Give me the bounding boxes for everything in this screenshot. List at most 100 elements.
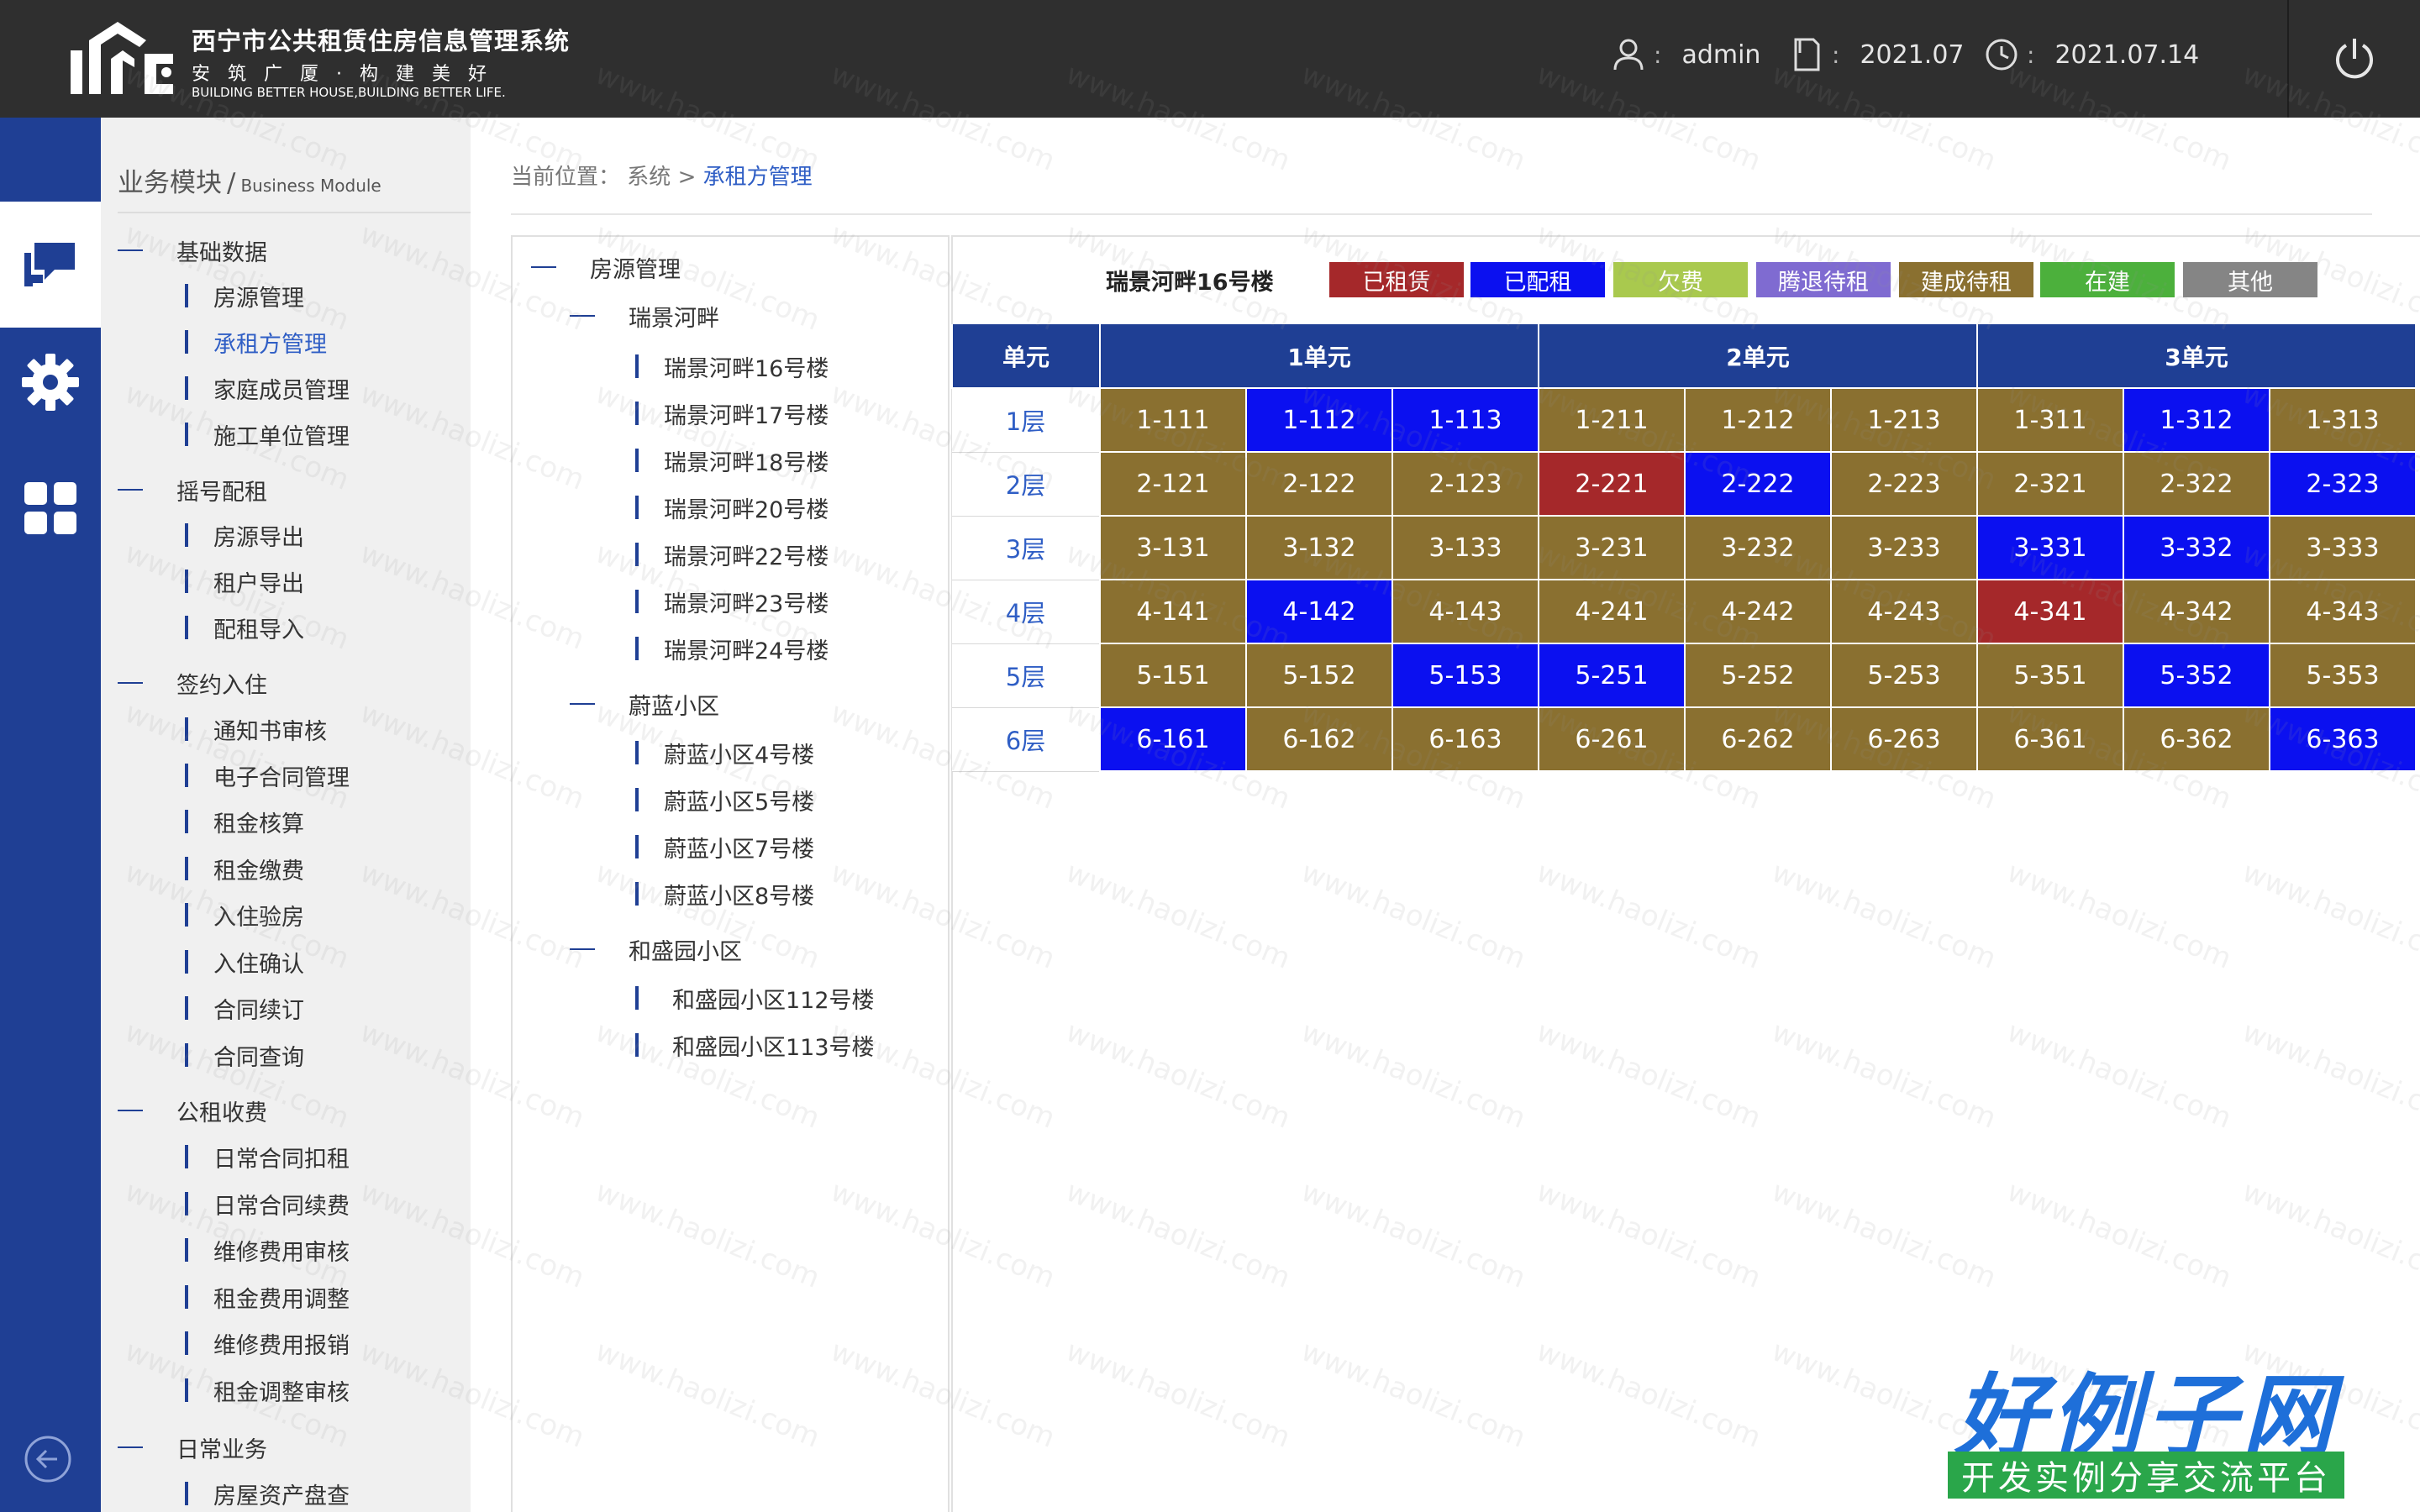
menu-item-contractor[interactable]: 施工单位管理 bbox=[185, 417, 350, 451]
room-cell[interactable]: 4-143 bbox=[1392, 579, 1539, 644]
room-cell[interactable]: 2-223 bbox=[1830, 451, 1978, 517]
room-cell[interactable]: 6-161 bbox=[1099, 706, 1247, 772]
menu-item-tenant[interactable]: 承租方管理 bbox=[185, 325, 327, 359]
tree-community-heshengyuan[interactable]: 和盛园小区 bbox=[570, 932, 742, 966]
room-cell[interactable]: 6-262 bbox=[1684, 706, 1832, 772]
menu-item-asset-check[interactable]: 房屋资产盘查 bbox=[185, 1477, 350, 1510]
rail-item-settings[interactable] bbox=[0, 344, 101, 420]
tree-building[interactable]: 瑞景河畔17号楼 bbox=[635, 396, 829, 430]
menu-group-daily-business[interactable]: 日常业务 bbox=[118, 1431, 267, 1464]
room-cell[interactable]: 1-111 bbox=[1099, 387, 1247, 453]
room-cell[interactable]: 4-342 bbox=[2123, 579, 2270, 644]
room-cell[interactable]: 6-363 bbox=[2269, 706, 2417, 772]
room-cell[interactable]: 6-263 bbox=[1830, 706, 1978, 772]
room-cell[interactable]: 6-362 bbox=[2123, 706, 2270, 772]
tree-building[interactable]: 蔚蓝小区7号楼 bbox=[635, 830, 814, 864]
logout-button[interactable] bbox=[2287, 0, 2420, 118]
tree-building[interactable]: 瑞景河畔22号楼 bbox=[635, 538, 829, 571]
menu-item-contract-query[interactable]: 合同查询 bbox=[185, 1038, 304, 1072]
menu-item-repair-review[interactable]: 维修费用审核 bbox=[185, 1233, 350, 1267]
menu-item-housing[interactable]: 房源管理 bbox=[185, 279, 304, 312]
menu-item-housing-export[interactable]: 房源导出 bbox=[185, 518, 304, 552]
menu-item-checkin-inspection[interactable]: 入住验房 bbox=[185, 898, 304, 932]
room-cell[interactable]: 1-212 bbox=[1684, 387, 1832, 453]
menu-item-tenant-export[interactable]: 租户导出 bbox=[185, 564, 304, 598]
menu-group-basic-data[interactable]: 基础数据 bbox=[118, 234, 267, 267]
room-cell[interactable]: 3-231 bbox=[1538, 515, 1686, 580]
back-arrow-icon[interactable] bbox=[24, 1435, 72, 1483]
menu-item-rent-adjust-review[interactable]: 租金调整审核 bbox=[185, 1373, 350, 1407]
room-cell[interactable]: 6-361 bbox=[1976, 706, 2124, 772]
tree-building[interactable]: 瑞景河畔23号楼 bbox=[635, 585, 829, 618]
room-cell[interactable]: 3-131 bbox=[1099, 515, 1247, 580]
room-cell[interactable]: 1-313 bbox=[2269, 387, 2417, 453]
rail-item-modules[interactable] bbox=[0, 470, 101, 546]
menu-group-signing[interactable]: 签约入住 bbox=[118, 666, 267, 700]
tree-building[interactable]: 瑞景河畔24号楼 bbox=[635, 632, 829, 665]
room-cell[interactable]: 5-252 bbox=[1684, 643, 1832, 708]
room-cell[interactable]: 4-341 bbox=[1976, 579, 2124, 644]
room-cell[interactable]: 1-211 bbox=[1538, 387, 1686, 453]
room-cell[interactable]: 3-132 bbox=[1245, 515, 1393, 580]
tree-building[interactable]: 瑞景河畔20号楼 bbox=[635, 491, 829, 524]
room-cell[interactable]: 3-232 bbox=[1684, 515, 1832, 580]
room-cell[interactable]: 5-152 bbox=[1245, 643, 1393, 708]
room-cell[interactable]: 5-353 bbox=[2269, 643, 2417, 708]
room-cell[interactable]: 5-351 bbox=[1976, 643, 2124, 708]
room-cell[interactable]: 3-333 bbox=[2269, 515, 2417, 580]
room-cell[interactable]: 1-112 bbox=[1245, 387, 1393, 453]
room-cell[interactable]: 5-153 bbox=[1392, 643, 1539, 708]
room-cell[interactable]: 4-241 bbox=[1538, 579, 1686, 644]
menu-item-daily-renew-fee[interactable]: 日常合同续费 bbox=[185, 1187, 350, 1221]
room-cell[interactable]: 6-261 bbox=[1538, 706, 1686, 772]
rail-item-business[interactable] bbox=[0, 202, 101, 328]
tree-building[interactable]: 瑞景河畔18号楼 bbox=[635, 444, 829, 477]
tree-building[interactable]: 蔚蓝小区8号楼 bbox=[635, 877, 814, 911]
room-cell[interactable]: 2-121 bbox=[1099, 451, 1247, 517]
room-cell[interactable]: 6-162 bbox=[1245, 706, 1393, 772]
room-cell[interactable]: 5-151 bbox=[1099, 643, 1247, 708]
tree-building[interactable]: 蔚蓝小区4号楼 bbox=[635, 736, 814, 769]
room-cell[interactable]: 2-122 bbox=[1245, 451, 1393, 517]
room-cell[interactable]: 2-322 bbox=[2123, 451, 2270, 517]
menu-item-daily-deduct[interactable]: 日常合同扣租 bbox=[185, 1140, 350, 1173]
room-cell[interactable]: 1-113 bbox=[1392, 387, 1539, 453]
menu-item-allocation-import[interactable]: 配租导入 bbox=[185, 611, 304, 644]
room-cell[interactable]: 4-243 bbox=[1830, 579, 1978, 644]
tree-community-ruijing[interactable]: 瑞景河畔 bbox=[570, 299, 719, 333]
user-info[interactable]: : admin bbox=[1610, 34, 1760, 76]
room-cell[interactable]: 2-221 bbox=[1538, 451, 1686, 517]
room-cell[interactable]: 4-242 bbox=[1684, 579, 1832, 644]
tree-building[interactable]: 瑞景河畔16号楼 bbox=[635, 349, 829, 383]
breadcrumb-system[interactable]: 系统 bbox=[627, 165, 671, 190]
room-cell[interactable]: 6-163 bbox=[1392, 706, 1539, 772]
menu-group-charges[interactable]: 公租收费 bbox=[118, 1094, 267, 1127]
room-cell[interactable]: 3-233 bbox=[1830, 515, 1978, 580]
room-cell[interactable]: 3-133 bbox=[1392, 515, 1539, 580]
room-cell[interactable]: 5-253 bbox=[1830, 643, 1978, 708]
tree-building[interactable]: 和盛园小区113号楼 bbox=[635, 1028, 875, 1062]
menu-item-family[interactable]: 家庭成员管理 bbox=[185, 371, 350, 405]
menu-item-contract-renew[interactable]: 合同续订 bbox=[185, 991, 304, 1025]
room-cell[interactable]: 5-352 bbox=[2123, 643, 2270, 708]
room-cell[interactable]: 1-312 bbox=[2123, 387, 2270, 453]
room-cell[interactable]: 1-213 bbox=[1830, 387, 1978, 453]
room-cell[interactable]: 4-343 bbox=[2269, 579, 2417, 644]
room-cell[interactable]: 5-251 bbox=[1538, 643, 1686, 708]
room-cell[interactable]: 3-332 bbox=[2123, 515, 2270, 580]
menu-item-notice-review[interactable]: 通知书审核 bbox=[185, 712, 327, 746]
tree-community-weilan[interactable]: 蔚蓝小区 bbox=[570, 687, 719, 721]
tree-building[interactable]: 蔚蓝小区5号楼 bbox=[635, 783, 814, 816]
room-cell[interactable]: 1-311 bbox=[1976, 387, 2124, 453]
room-cell[interactable]: 2-321 bbox=[1976, 451, 2124, 517]
menu-item-e-contract[interactable]: 电子合同管理 bbox=[185, 759, 350, 792]
room-cell[interactable]: 4-141 bbox=[1099, 579, 1247, 644]
room-cell[interactable]: 4-142 bbox=[1245, 579, 1393, 644]
menu-item-checkin-confirm[interactable]: 入住确认 bbox=[185, 945, 304, 979]
room-cell[interactable]: 2-123 bbox=[1392, 451, 1539, 517]
tree-root-housing[interactable]: 房源管理 bbox=[531, 250, 681, 284]
room-cell[interactable]: 2-323 bbox=[2269, 451, 2417, 517]
menu-item-rent-calc[interactable]: 租金核算 bbox=[185, 805, 304, 838]
menu-item-repair-reimburse[interactable]: 维修费用报销 bbox=[185, 1326, 350, 1360]
menu-item-rent-payment[interactable]: 租金缴费 bbox=[185, 852, 304, 885]
